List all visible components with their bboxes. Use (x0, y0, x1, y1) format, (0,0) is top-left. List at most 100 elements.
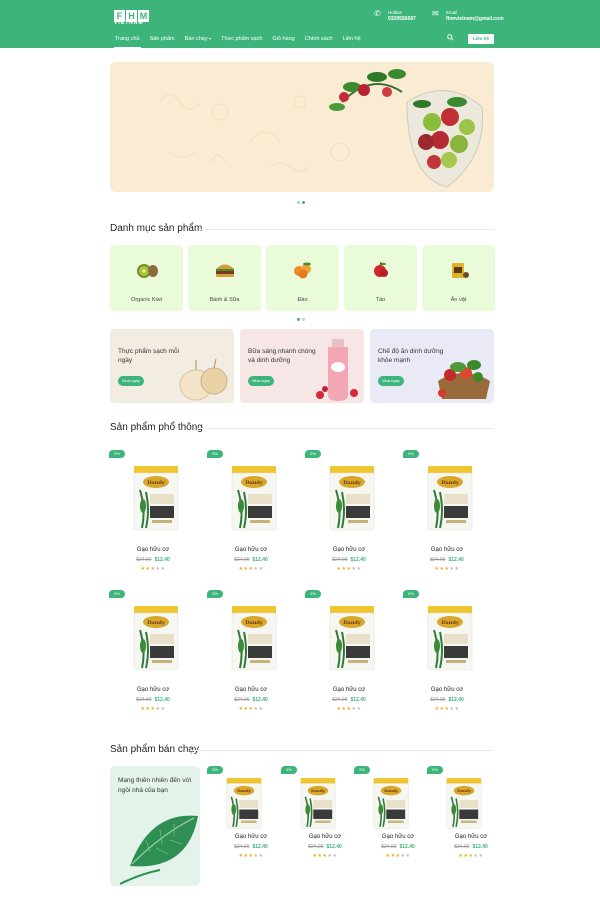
category-label: Táo (375, 297, 386, 303)
rice-package-image[interactable]: Dandy (445, 778, 483, 830)
rice-package-image[interactable]: Dandy (328, 606, 376, 672)
chevron-down-icon: ▾ (209, 36, 212, 41)
rating-stars: ★★★★★ (336, 566, 362, 572)
hero-banner[interactable] (110, 62, 494, 192)
shop-now-button[interactable]: Mua ngay (378, 376, 404, 386)
product-card[interactable]: 0% Dandy Gạo hữu cơ $24.00 $12.40 ★★★★★ (403, 450, 490, 580)
nav-item-contact[interactable]: Liên hệ (338, 34, 366, 46)
product-name[interactable]: Gạo hữu cơ (306, 547, 392, 553)
category-card[interactable]: Bánh & Sữa (188, 245, 261, 311)
product-name[interactable]: Gạo hữu cơ (306, 687, 392, 693)
category-card[interactable]: Organic Kiwi (110, 245, 183, 311)
nav-item-products[interactable]: Sản phẩm (145, 34, 180, 46)
category-card[interactable]: Đào (266, 245, 339, 311)
category-card[interactable]: Ăn vặt (422, 245, 495, 311)
product-price: $24.00 $12.40 (208, 557, 294, 563)
sale-price: $12.40 (399, 844, 415, 850)
popular-title: Sản phẩm phổ thông (110, 422, 203, 433)
old-price: $24.00 (308, 844, 324, 850)
rice-package-image[interactable]: Dandy (132, 606, 180, 672)
pager-dot[interactable] (302, 201, 305, 204)
pager-dot[interactable] (302, 318, 305, 321)
svg-text:Dandy: Dandy (343, 480, 362, 486)
peach-icon (294, 262, 311, 279)
old-price: $24.00 (454, 844, 470, 850)
product-card[interactable]: 0% Dandy Gạo hữu cơ $24.00 $12.40 ★★★★★ (109, 590, 196, 720)
svg-text:Dandy: Dandy (457, 788, 472, 793)
old-price: $24.00 (381, 844, 397, 850)
discount-badge: 0% (403, 590, 419, 598)
bestseller-side-banner[interactable]: Mang thiên nhiên đến với ngôi nhà của bạ… (110, 766, 200, 886)
category-label: Đào (297, 297, 308, 303)
rice-package-image[interactable]: Dandy (328, 466, 376, 532)
rice-package-image[interactable]: Dandy (132, 466, 180, 532)
email-block[interactable]: ✉ Email fhmvietnam@gmail.com (432, 10, 504, 23)
nav-item-home[interactable]: Trang chủ (110, 34, 145, 48)
product-name[interactable]: Gạo hữu cơ (208, 687, 294, 693)
hotline-block[interactable]: ✆ Hotline 0339556687 (374, 10, 416, 23)
sale-price: $12.40 (326, 844, 342, 850)
product-name[interactable]: Gạo hữu cơ (428, 834, 514, 840)
shop-now-button[interactable]: Mua ngay (118, 376, 144, 386)
banner-pager[interactable] (297, 201, 305, 204)
promo-banner[interactable]: Thực phẩm sạch mỗi ngày Mua ngay (110, 329, 234, 403)
sale-price: $12.40 (252, 844, 268, 850)
pager-dot[interactable] (297, 201, 300, 204)
rice-package-image[interactable]: Dandy (426, 606, 474, 672)
discount-badge: 0% (403, 450, 419, 458)
svg-text:Dandy: Dandy (237, 788, 252, 793)
product-name[interactable]: Gạo hữu cơ (404, 547, 490, 553)
product-card[interactable]: 0% Dandy Gạo hữu cơ $24.00 $12.40 ★★★★★ (305, 590, 392, 720)
product-price: $24.00 $12.40 (208, 697, 294, 703)
rice-package-image[interactable]: Dandy (230, 466, 278, 532)
product-name[interactable]: Gạo hữu cơ (404, 687, 490, 693)
nav-item-bestsellers[interactable]: Bán chạy ▾ (180, 34, 216, 46)
sale-price: $12.40 (154, 557, 170, 563)
product-name[interactable]: Gạo hữu cơ (110, 547, 196, 553)
rice-package-image[interactable]: Dandy (426, 466, 474, 532)
vegetable-basket-image (438, 360, 490, 399)
product-card[interactable]: 0% Dandy Gạo hữu cơ $24.00 $12.40 ★★★★★ (403, 590, 490, 720)
svg-text:Dandy: Dandy (147, 620, 166, 626)
promo-banner[interactable]: Bữa sáng nhanh chóng và dinh dưỡng Mua n… (240, 329, 364, 403)
product-card[interactable]: 0% Dandy Gạo hữu cơ $24.00 $12.40 ★★★★★ (427, 766, 514, 896)
nav-item-cart[interactable]: Giỏ hàng (267, 34, 299, 46)
rice-package-image[interactable]: Dandy (225, 778, 263, 830)
rice-package-image[interactable]: Dandy (230, 606, 278, 672)
rating-stars: ★★★★★ (238, 566, 264, 572)
burger-icon (216, 264, 234, 277)
discount-badge: 0% (207, 590, 223, 598)
category-pager[interactable] (297, 318, 305, 321)
promo-banner[interactable]: Chế độ ăn dinh dưỡng khỏe mạnh Mua ngay (370, 329, 494, 403)
svg-text:Dandy: Dandy (311, 788, 326, 793)
mail-icon: ✉ (432, 9, 439, 18)
category-card[interactable]: Táo (344, 245, 417, 311)
rating-stars: ★★★★★ (458, 853, 484, 859)
pager-dot[interactable] (297, 318, 300, 321)
product-name[interactable]: Gạo hữu cơ (208, 547, 294, 553)
nav-item-clean-food[interactable]: Thực phẩm sạch (216, 34, 267, 46)
product-card[interactable]: 0% Dandy Gạo hữu cơ $24.00 $12.40 ★★★★★ (207, 590, 294, 720)
product-card[interactable]: 0% Dandy Gạo hữu cơ $24.00 $12.40 ★★★★★ (207, 450, 294, 580)
product-card[interactable]: 0% Dandy Gạo hữu cơ $24.00 $12.40 ★★★★★ (305, 450, 392, 580)
contact-button[interactable]: Liên hệ (468, 34, 494, 44)
old-price: $24.00 (332, 697, 348, 703)
divider (200, 229, 494, 230)
sale-price: $12.40 (252, 697, 268, 703)
brand-logo[interactable]: FHM VIETNAM (114, 6, 152, 26)
nav-item-policy[interactable]: Chính sách (300, 34, 338, 46)
product-card[interactable]: 0% Dandy Gạo hữu cơ $24.00 $12.40 ★★★★★ (109, 450, 196, 580)
old-price: $24.00 (430, 557, 446, 563)
product-name[interactable]: Gạo hữu cơ (110, 687, 196, 693)
product-price: $24.00 $12.40 (306, 557, 392, 563)
svg-text:Dandy: Dandy (245, 480, 264, 486)
milkshake-image (316, 339, 358, 401)
sale-price: $12.40 (252, 557, 268, 563)
product-price: $24.00 $12.40 (110, 557, 196, 563)
kiwi-icon (137, 264, 158, 278)
search-icon[interactable] (447, 34, 454, 43)
shop-now-button[interactable]: Mua ngay (248, 376, 274, 386)
rice-package-image[interactable]: Dandy (372, 778, 410, 830)
discount-badge: 0% (354, 766, 370, 774)
rice-package-image[interactable]: Dandy (299, 778, 337, 830)
